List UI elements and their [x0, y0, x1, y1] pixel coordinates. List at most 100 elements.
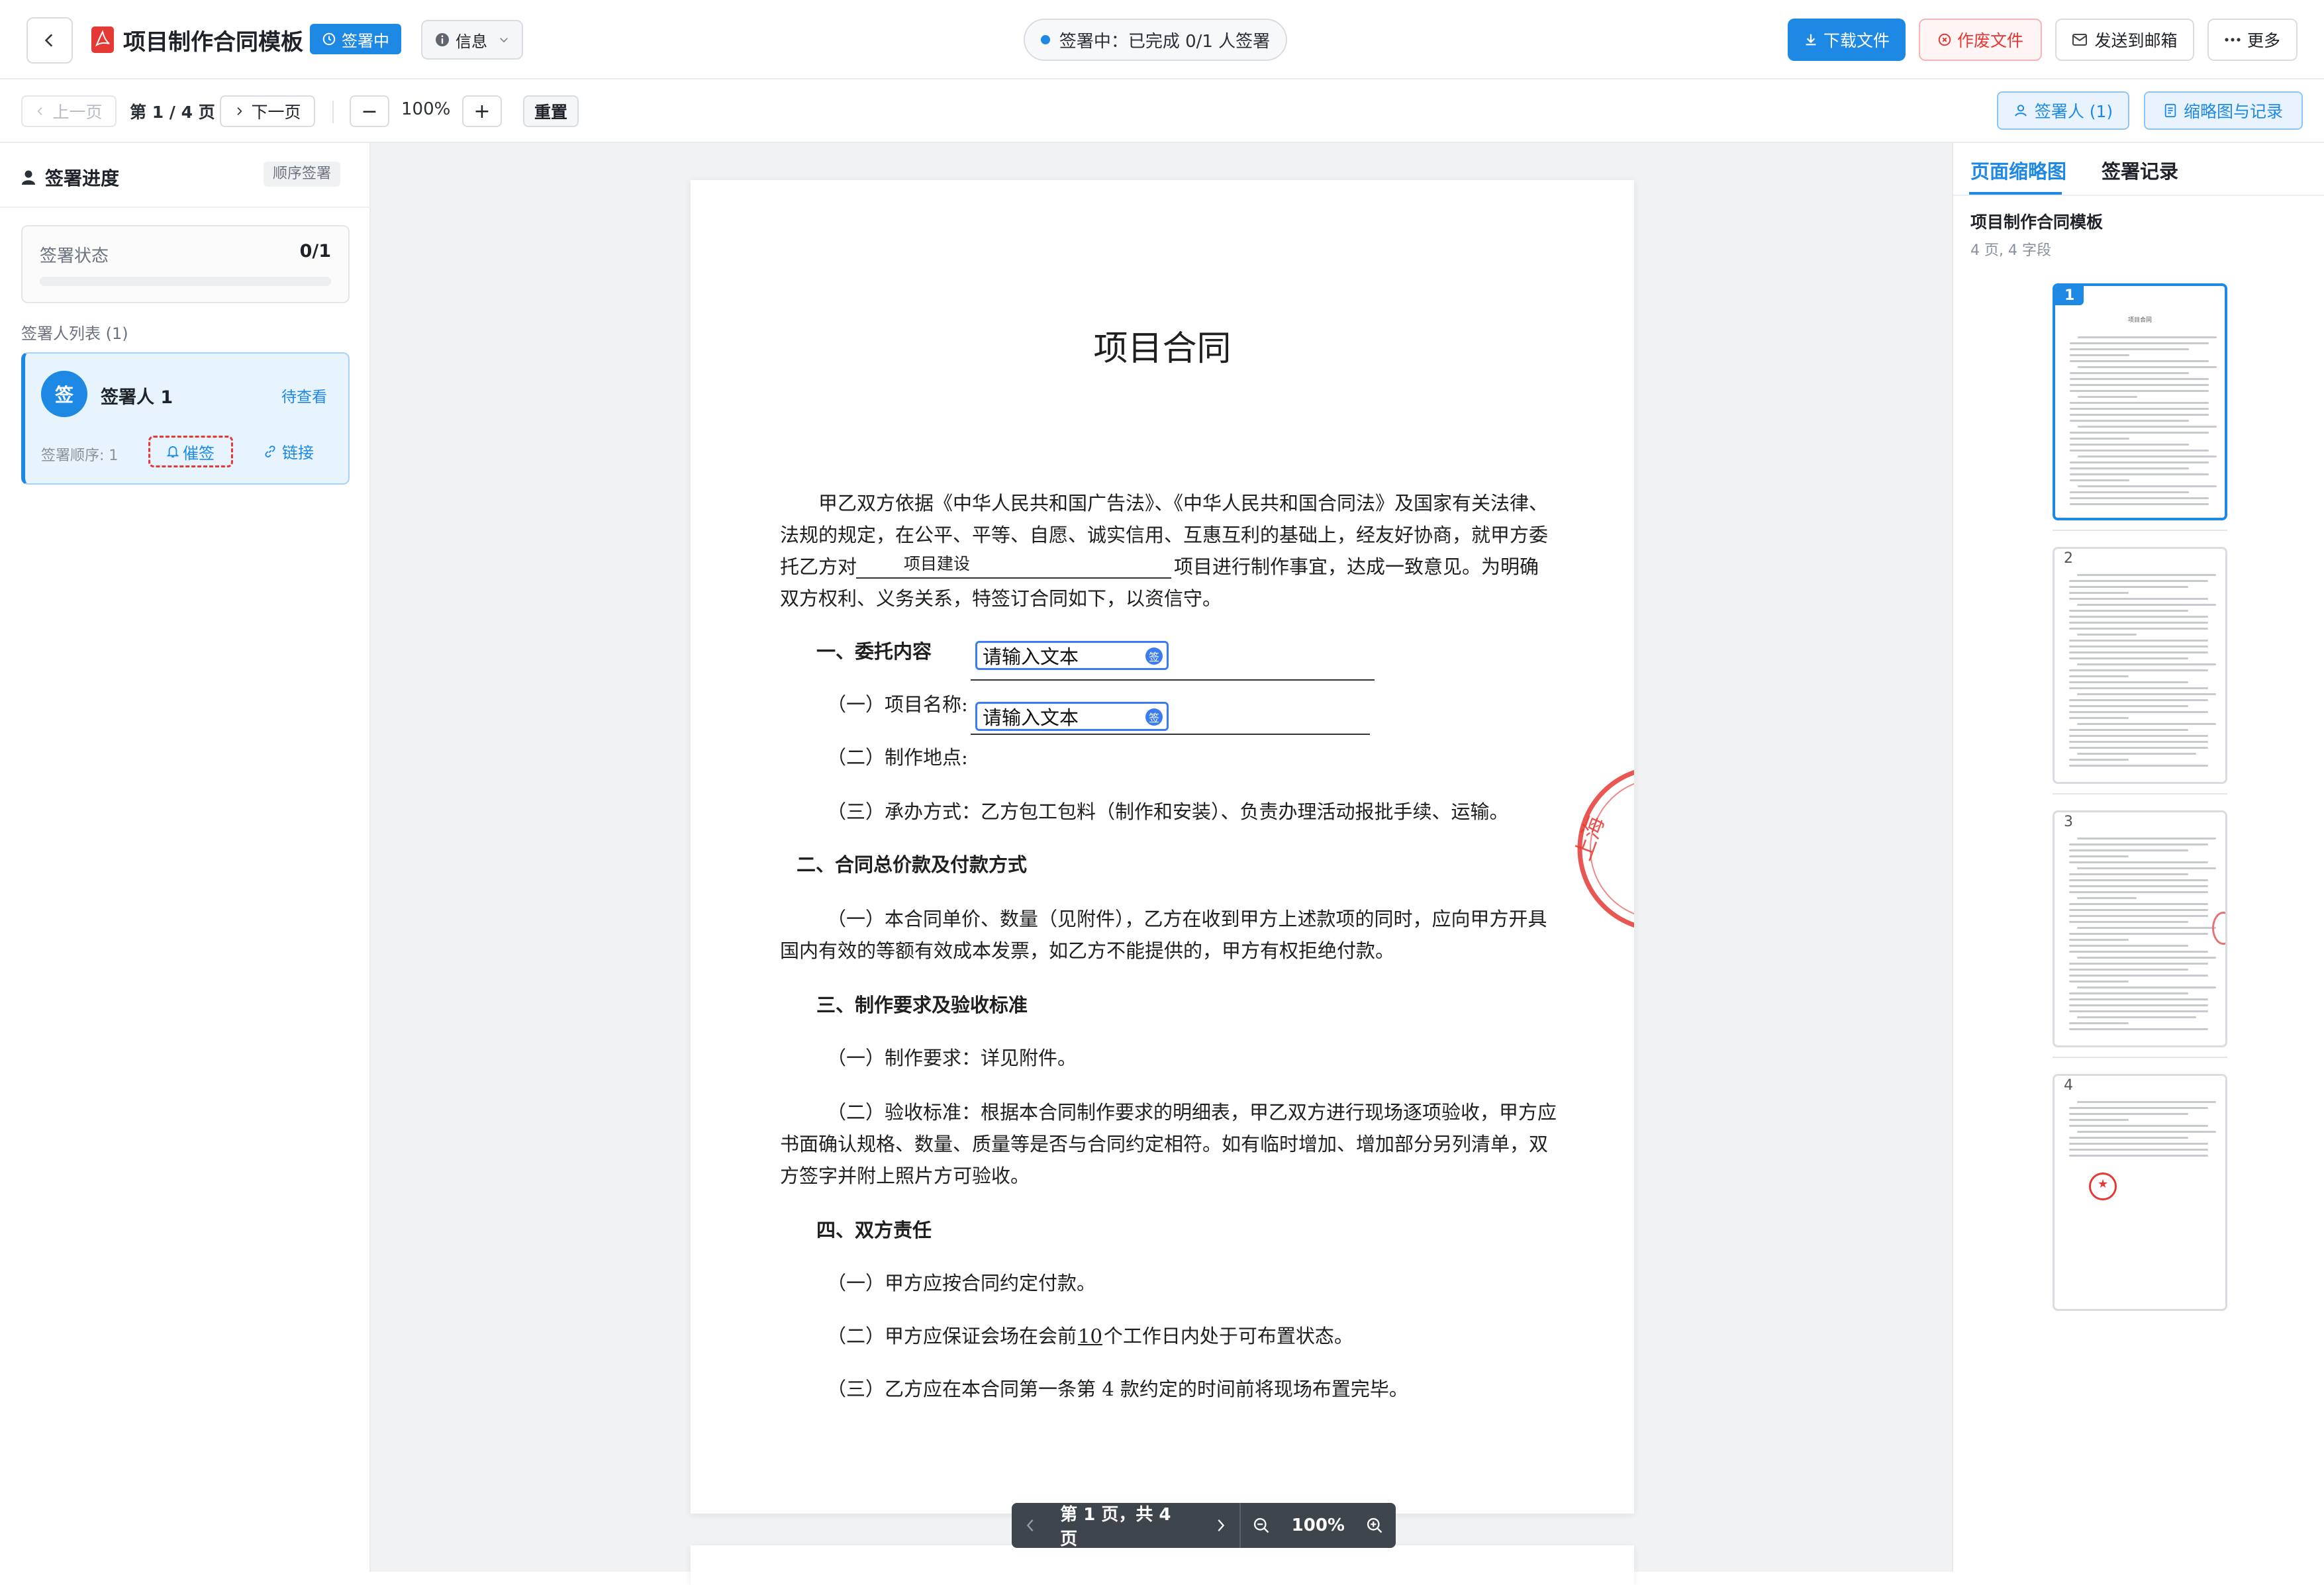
tab-page-thumbnails[interactable]: 页面缩略图 [1970, 156, 2066, 184]
thumbnail-text-line [2070, 467, 2189, 469]
more-button[interactable]: 更多 [2207, 19, 2298, 61]
page-thumbnail-1[interactable]: 1 项目合同 [2053, 283, 2227, 520]
project-name-field[interactable]: 请输入文本 签 [975, 641, 1169, 670]
thumbnail-text-line [2077, 927, 2216, 929]
section-4-heading: 四、双方责任 [816, 1219, 932, 1241]
signer-list-title: 签署人列表 (1) [21, 324, 128, 343]
section-2-line-2: 国内有效的等额有效成本发票，如乙方不能提供的，甲方有权拒绝付款。 [780, 939, 1395, 962]
location-placeholder: 请输入文本 [983, 706, 1079, 729]
reset-zoom-button[interactable]: 重置 [523, 95, 579, 127]
thumbnail-text-line [2069, 657, 2188, 659]
seal-star-icon: ★ [2098, 1177, 2109, 1191]
chevron-right-icon [237, 107, 243, 115]
section-3-heading: 三、制作要求及验收标准 [816, 994, 1028, 1016]
tab-signing-records[interactable]: 签署记录 [2102, 156, 2178, 184]
prev-page-button[interactable]: 上一页 [21, 95, 117, 127]
download-label: 下载文件 [1823, 31, 1890, 50]
thumbnail-text-line [2077, 574, 2216, 576]
thumbnail-text-line [2069, 981, 2129, 983]
zoom-in-icon [1367, 1517, 1382, 1533]
send-email-button[interactable]: 发送到邮箱 [2055, 19, 2194, 61]
copy-link-button[interactable]: 链接 [264, 440, 314, 463]
link-icon [265, 445, 275, 457]
page-thumbnail-4[interactable]: 4 ★ [2053, 1074, 2227, 1311]
thumbnail-text-line [2069, 939, 2129, 941]
page-thumbnail-3[interactable]: 3 [2053, 810, 2227, 1047]
copy-link-label: 链接 [282, 444, 314, 462]
location-field[interactable]: 请输入文本 签 [975, 702, 1169, 731]
prev-page-label: 上一页 [52, 103, 103, 122]
thumbnail-text-line [2077, 693, 2216, 695]
thumbnail-page-number: 1 [2055, 286, 2084, 305]
thumbnail-text-line [2069, 735, 2208, 737]
toolbar-divider [332, 101, 334, 123]
thumbnail-text-line [2069, 646, 2208, 648]
thumbnail-text-line [2077, 838, 2216, 840]
thumbnail-text-line [2070, 473, 2209, 475]
thumbnail-text-line [2077, 867, 2216, 869]
thumbnail-text-line [2069, 729, 2188, 731]
email-label: 发送到邮箱 [2094, 31, 2178, 50]
thumbnail-text-line [2070, 378, 2209, 380]
float-zoom-in-button[interactable] [1354, 1503, 1396, 1548]
thumbnail-text-line [2069, 1143, 2208, 1145]
document-list-icon [2164, 103, 2176, 118]
thumbnail-text-line [2069, 741, 2208, 743]
thumbnail-text-line [2069, 1010, 2208, 1012]
contract-title: 项目合同 [1093, 329, 1232, 369]
signer-card[interactable]: 签 签署人 1 待查看 签署顺序: 1 催签 链接 [21, 352, 350, 485]
sign-field-icon: 签 [1145, 648, 1163, 665]
status-dot [1040, 35, 1050, 44]
document-toolbar: 上一页 第 1 / 4 页 下一页 − 100% + 重置 签署人 (1) 缩略… [0, 79, 2324, 143]
thumbnails-toggle-button[interactable]: 缩略图与记录 [2144, 91, 2303, 130]
thumbnail-text-line [2077, 957, 2216, 959]
thumbnail-text-line [2078, 336, 2217, 338]
intro-line-3b: 项目进行制作事宜，达成一致意见。为明确 [1174, 555, 1539, 578]
signers-toggle-button[interactable]: 签署人 (1) [1997, 91, 2129, 130]
thumbnail-text-line [2078, 485, 2217, 487]
float-next-button[interactable] [1202, 1503, 1239, 1548]
thumbnail-text-line [2069, 598, 2208, 600]
signing-progress-pill: 签署中：已完成 0/1 人签署 [1024, 19, 1287, 61]
status-card: 签署状态 0/1 [21, 225, 350, 303]
thumbnail-text-line [2069, 1137, 2188, 1139]
zoom-in-button[interactable]: + [462, 95, 502, 127]
thumbnail-text-line [2070, 354, 2129, 356]
thumbnail-page-number: 4 [2064, 1077, 2073, 1094]
chevron-left-icon [37, 107, 43, 115]
cancel-circle-icon [1938, 33, 1951, 46]
status-badge-label: 签署中 [342, 31, 389, 50]
thumbnail-text-line [2069, 699, 2208, 701]
intro-line-4: 双方权利、义务关系，特签订合同如下，以资信守。 [780, 587, 1222, 610]
float-prev-button[interactable] [1012, 1503, 1048, 1548]
thumbnail-separator [2053, 1057, 2227, 1058]
back-button[interactable] [26, 17, 73, 64]
thumbnail-text-line [2069, 1125, 2208, 1127]
next-page-button[interactable]: 下一页 [220, 95, 315, 127]
top-header: 项目制作合同模板 签署中 信息 签署中：已完成 0/1 人签署 下载文件 作废文… [0, 0, 2324, 79]
download-button[interactable]: 下载文件 [1788, 19, 1906, 61]
floating-page-bar: 第 1 页，共 4 页 100% [1012, 1503, 1396, 1549]
remind-button[interactable]: 催签 [148, 436, 233, 467]
thumbnail-text-line [2069, 711, 2208, 713]
chevron-right-icon [1218, 1519, 1225, 1531]
thumbnail-text-line [2069, 992, 2188, 994]
tabs-divider [1953, 195, 2324, 196]
thumbnail-text-line [2069, 592, 2129, 594]
float-zoom-out-button[interactable] [1241, 1503, 1283, 1548]
panel-title: 签署进度 [45, 168, 120, 189]
thumbnail-text-line [2070, 438, 2129, 440]
signer-state: 待查看 [281, 389, 327, 406]
thumbnail-separator [2053, 793, 2227, 794]
page-thumbnail-2[interactable]: 2 [2053, 547, 2227, 784]
signer-order: 签署顺序: 1 [41, 448, 119, 464]
zoom-out-button[interactable]: − [350, 95, 389, 127]
project-underline [856, 577, 1171, 579]
project-fill-value: 项目建设 [904, 554, 971, 573]
location-underline [971, 734, 1370, 735]
document-viewer[interactable]: 项目合同 甲乙双方依据《中华人民共和国广告法》、《中华人民共和国合同法》及国家有… [371, 143, 1952, 1585]
thumbnail-text-line [2077, 1101, 2216, 1103]
info-dropdown[interactable]: 信息 [421, 20, 523, 60]
void-button[interactable]: 作废文件 [1919, 19, 2042, 61]
panel-header: 签署进度 [21, 164, 119, 191]
